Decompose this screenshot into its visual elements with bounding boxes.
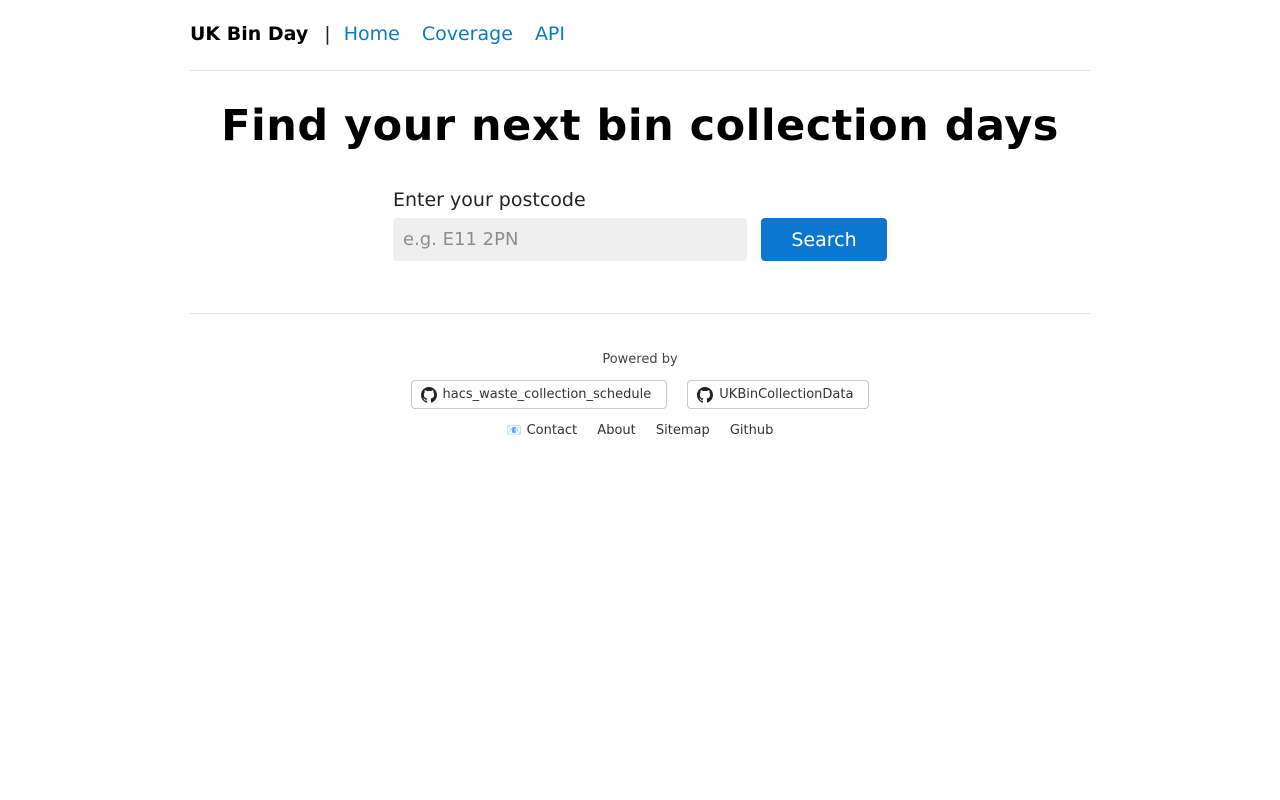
brand-logo-text[interactable]: UK Bin Day (190, 23, 308, 45)
github-icon (697, 386, 714, 403)
nav-api-link[interactable]: API (535, 23, 565, 45)
github-icon (420, 386, 437, 403)
main-nav: Home Coverage API (344, 23, 565, 45)
badge-hacs-waste-collection[interactable]: hacs_waste_collection_schedule (410, 380, 668, 409)
nav-home-link[interactable]: Home (344, 23, 400, 45)
postcode-input[interactable] (393, 218, 747, 261)
footer-github-link[interactable]: Github (730, 423, 774, 438)
badge-label: UKBinCollectionData (719, 387, 854, 402)
search-row: Search (393, 218, 887, 261)
powered-by-badges: hacs_waste_collection_schedule UKBinColl… (190, 380, 1090, 409)
footer-links: 📧 Contact About Sitemap Github (190, 423, 1090, 438)
footer-contact-link[interactable]: 📧 Contact (507, 423, 578, 438)
page-title: Find your next bin collection days (221, 101, 1059, 151)
postcode-label: Enter your postcode (393, 189, 586, 211)
nav-coverage-link[interactable]: Coverage (422, 23, 513, 45)
contact-label: Contact (526, 423, 578, 438)
site-footer: Powered by hacs_waste_collection_schedul… (190, 314, 1090, 438)
badge-ukbincollectiondata[interactable]: UKBinCollectionData (687, 380, 870, 409)
main-content: Find your next bin collection days Enter… (190, 71, 1090, 314)
footer-sitemap-link[interactable]: Sitemap (656, 423, 710, 438)
nav-separator: | (324, 22, 331, 45)
badge-label: hacs_waste_collection_schedule (442, 387, 652, 402)
email-icon: 📧 (506, 423, 522, 437)
site-header: UK Bin Day | Home Coverage API (190, 0, 1090, 71)
search-button[interactable]: Search (761, 218, 887, 261)
powered-by-text: Powered by (602, 352, 678, 367)
postcode-form: Enter your postcode Search (393, 189, 887, 261)
footer-about-link[interactable]: About (597, 423, 635, 438)
